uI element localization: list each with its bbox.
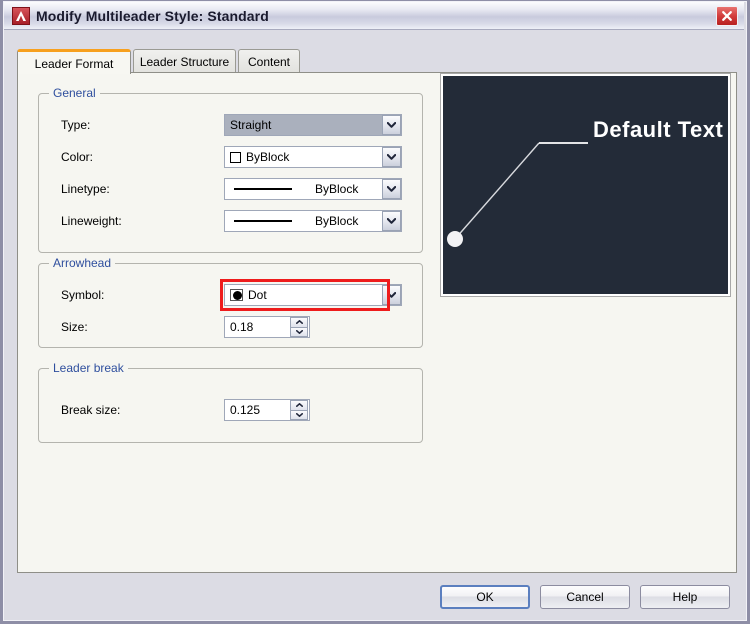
arrowhead-size-stepper[interactable] [290,317,308,337]
preview-leader-graphic [447,142,588,247]
preview-default-text: Default Text [593,117,724,142]
linetype-combobox[interactable]: ByBlock [224,178,402,200]
chevron-down-icon[interactable] [290,327,308,337]
type-value: Straight [230,118,272,132]
arrowhead-group: Arrowhead Symbol: Dot Size: 0.18 [38,256,423,348]
break-size-stepper[interactable] [290,400,308,420]
lineweight-combobox[interactable]: ByBlock [224,210,402,232]
tab-content[interactable]: Content [238,49,300,73]
tab-leader-format[interactable]: Leader Format [17,49,131,74]
lineweight-value-wrap: ByBlock [225,214,382,228]
general-group: General Type: Straight Color: ByBlock Li… [38,86,423,253]
type-combobox[interactable]: Straight [224,114,402,136]
break-size-value[interactable]: 0.125 [225,403,290,417]
general-group-title: General [49,86,100,100]
help-button[interactable]: Help [640,585,730,609]
tab-leader-structure-label: Leader Structure [139,54,230,69]
color-swatch-icon [230,151,241,163]
type-label: Type: [61,118,91,132]
tab-content-label: Content [247,54,291,69]
color-label: Color: [61,150,94,164]
linetype-label: Linetype: [61,182,110,196]
lineweight-line-icon [234,220,292,222]
chevron-down-icon[interactable] [382,147,401,167]
symbol-label: Symbol: [61,288,105,302]
chevron-down-icon[interactable] [382,211,401,231]
chevron-down-icon[interactable] [382,115,401,135]
dot-arrowhead-icon [230,289,243,301]
arrowhead-size-field[interactable]: 0.18 [224,316,310,338]
tab-strip: Leader Format Leader Structure Content [17,49,737,74]
cancel-button[interactable]: Cancel [540,585,630,609]
preview-canvas: Default Text [443,76,728,294]
cancel-button-label: Cancel [566,590,604,604]
leader-break-group: Leader break Break size: 0.125 [38,361,423,443]
arrowhead-group-title: Arrowhead [49,256,116,270]
arrowhead-size-label: Size: [61,320,88,334]
linetype-value: ByBlock [315,182,359,196]
chevron-up-icon[interactable] [290,400,308,411]
autocad-logo-icon [12,7,30,25]
color-value-wrap: ByBlock [225,150,382,164]
ok-button-label: OK [476,590,494,604]
arrowhead-symbol-combobox[interactable]: Dot [224,284,402,306]
tab-leader-structure[interactable]: Leader Structure [133,49,236,73]
title-bar[interactable]: Modify Multileader Style: Standard [4,2,744,30]
color-value: ByBlock [246,150,290,164]
help-button-label: Help [672,590,698,604]
symbol-value: Dot [248,288,267,302]
close-icon[interactable] [716,6,738,26]
ok-button[interactable]: OK [440,585,530,609]
modify-multileader-style-dialog: Modify Multileader Style: Standard Leade… [0,0,750,624]
color-combobox[interactable]: ByBlock [224,146,402,168]
break-size-field[interactable]: 0.125 [224,399,310,421]
linetype-value-wrap: ByBlock [225,182,382,196]
lineweight-value: ByBlock [315,214,359,228]
chevron-down-icon[interactable] [290,410,308,420]
chevron-up-icon[interactable] [290,317,308,328]
symbol-value-wrap: Dot [225,288,382,302]
arrowhead-size-value[interactable]: 0.18 [225,320,290,334]
chevron-down-icon[interactable] [382,285,401,305]
leader-break-group-title: Leader break [49,361,128,375]
chevron-down-icon[interactable] [382,179,401,199]
tab-leader-format-label: Leader Format [34,56,114,71]
multileader-preview: Default Text [440,73,731,297]
dialog-title: Modify Multileader Style: Standard [36,8,269,24]
break-size-label: Break size: [61,403,121,417]
solid-line-icon [234,188,292,190]
lineweight-label: Lineweight: [61,214,122,228]
